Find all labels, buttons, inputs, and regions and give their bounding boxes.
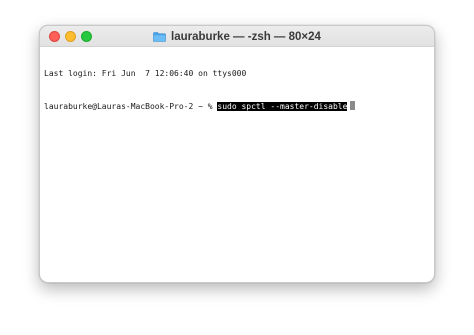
text-cursor [350,100,356,110]
terminal-content[interactable]: Last login: Fri Jun 7 12:06:40 on ttys00… [44,48,430,282]
last-login-line: Last login: Fri Jun 7 12:06:40 on ttys00… [44,69,247,78]
terminal-window: lauraburke — -zsh — 80×24 Last login: Fr… [39,25,435,283]
title-bar[interactable]: lauraburke — -zsh — 80×24 [40,26,434,47]
prompt-line: lauraburke@Lauras-MacBook-Pro-2 ~ % sudo… [44,100,430,112]
window-title-text: lauraburke — -zsh — 80×24 [171,30,321,43]
command-text[interactable]: sudo spctl --master-disable [217,101,348,111]
shell-prompt: lauraburke@Lauras-MacBook-Pro-2 ~ % [44,101,218,111]
window-title: lauraburke — -zsh — 80×24 [40,26,434,47]
folder-icon [153,31,166,42]
